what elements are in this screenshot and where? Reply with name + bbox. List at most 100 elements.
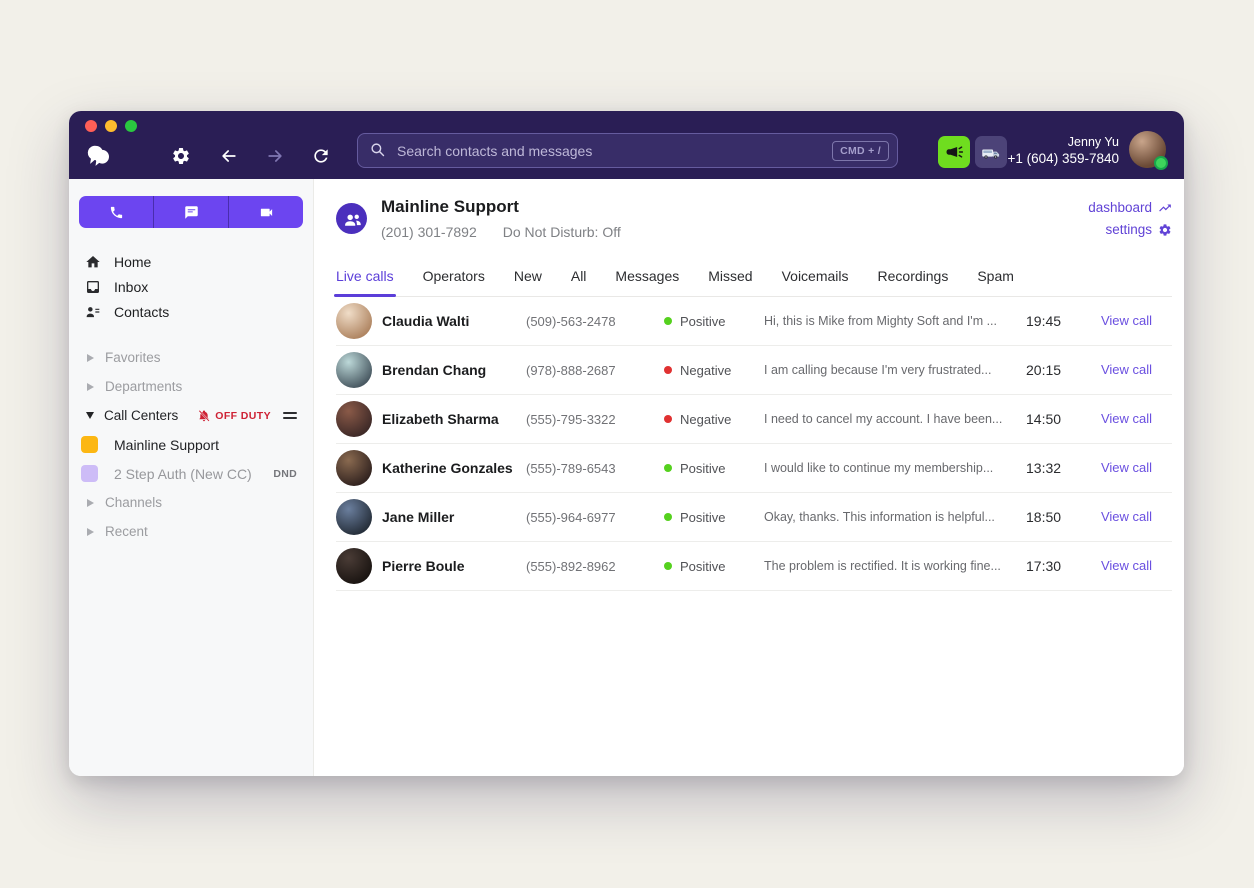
sidebar-section-recent[interactable]: Recent: [79, 517, 303, 546]
call-center-header: Mainline Support (201) 301-7892 Do Not D…: [336, 197, 1172, 241]
video-icon: [259, 205, 274, 220]
settings-link[interactable]: settings: [1088, 219, 1172, 241]
sidebar-section-call-centers[interactable]: Call Centers OFF DUTY: [79, 401, 303, 430]
sentiment-dot: [664, 366, 672, 374]
transcript-preview[interactable]: I need to cancel my account. I have been…: [764, 412, 1002, 426]
dashboard-link[interactable]: dashboard: [1088, 197, 1172, 219]
transcript-preview[interactable]: I am calling because I'm very frustrated…: [764, 363, 991, 377]
caret-right-icon: [87, 528, 94, 536]
view-call-link[interactable]: View call: [1101, 411, 1152, 426]
tab-operators[interactable]: Operators: [423, 262, 485, 296]
tab-voicemails[interactable]: Voicemails: [782, 262, 849, 296]
call-center-item-2-step-auth[interactable]: 2 Step Auth (New CC) DND: [79, 459, 303, 488]
chat-icon: [184, 205, 199, 220]
announcement-button[interactable]: [938, 136, 970, 168]
view-call-link[interactable]: View call: [1101, 460, 1152, 475]
bell-off-icon: [197, 409, 211, 423]
sentiment-dot: [664, 464, 672, 472]
call-row[interactable]: Pierre Boule (555)-892-8962 Positive The…: [336, 542, 1172, 591]
search-shortcut-badge: CMD + /: [832, 141, 889, 161]
sidebar: Home Inbox Contacts Favorites Department…: [69, 179, 313, 776]
online-status-dot: [1154, 156, 1168, 170]
call-center-avatar: [336, 203, 367, 234]
contact-name: Brendan Chang: [382, 362, 526, 378]
color-swatch: [81, 436, 98, 453]
settings-link-label: settings: [1105, 219, 1152, 241]
sidebar-item-contacts[interactable]: Contacts: [79, 299, 303, 324]
sentiment-label: Positive: [680, 314, 726, 329]
transcript-preview[interactable]: Okay, thanks. This information is helpfu…: [764, 510, 995, 524]
live-calls-list: Claudia Walti (509)-563-2478 Positive Hi…: [336, 297, 1172, 591]
sentiment-dot: [664, 562, 672, 570]
sidebar-item-inbox[interactable]: Inbox: [79, 274, 303, 299]
minimize-window-button[interactable]: [105, 120, 117, 132]
sentiment-label: Negative: [680, 363, 731, 378]
megaphone-icon: [945, 143, 963, 161]
section-label: Departments: [105, 379, 182, 394]
new-message-button[interactable]: [153, 196, 228, 228]
color-swatch: [81, 465, 98, 482]
sidebar-section-favorites[interactable]: Favorites: [79, 343, 303, 372]
call-center-phone: (201) 301-7892: [381, 224, 477, 240]
call-row[interactable]: Claudia Walti (509)-563-2478 Positive Hi…: [336, 297, 1172, 346]
zoom-window-button[interactable]: [125, 120, 137, 132]
view-call-link[interactable]: View call: [1101, 558, 1152, 573]
new-meeting-button[interactable]: [228, 196, 303, 228]
call-time: 19:45: [1012, 313, 1086, 329]
user-name: Jenny Yu: [1008, 134, 1119, 150]
call-center-item-mainline-support[interactable]: Mainline Support: [79, 430, 303, 459]
window-controls: [85, 120, 137, 132]
sidebar-item-label: Contacts: [114, 304, 169, 320]
call-row[interactable]: Jane Miller (555)-964-6977 Positive Okay…: [336, 493, 1172, 542]
settings-gear-button[interactable]: [169, 144, 193, 168]
sidebar-section-departments[interactable]: Departments: [79, 372, 303, 401]
contact-avatar: [336, 548, 372, 584]
tab-missed[interactable]: Missed: [708, 262, 752, 296]
app-window: CMD + / Jenny Yu +1 (604) 359-7840: [69, 111, 1184, 776]
transcript-preview[interactable]: The problem is rectified. It is working …: [764, 559, 1001, 573]
sidebar-item-home[interactable]: Home: [79, 249, 303, 274]
page-title: Mainline Support: [381, 197, 621, 217]
view-call-link[interactable]: View call: [1101, 509, 1152, 524]
section-label: Call Centers: [104, 408, 178, 423]
tab-recordings[interactable]: Recordings: [878, 262, 949, 296]
main-content: Mainline Support (201) 301-7892 Do Not D…: [313, 179, 1184, 776]
back-button[interactable]: [217, 144, 241, 168]
sidebar-section-channels[interactable]: Channels: [79, 488, 303, 517]
call-time: 20:15: [1012, 362, 1086, 378]
call-row[interactable]: Elizabeth Sharma (555)-795-3322 Negative…: [336, 395, 1172, 444]
tab-all[interactable]: All: [571, 262, 587, 296]
top-bar: CMD + / Jenny Yu +1 (604) 359-7840: [69, 111, 1184, 179]
tab-messages[interactable]: Messages: [615, 262, 679, 296]
off-duty-badge[interactable]: OFF DUTY: [197, 409, 271, 423]
refresh-button[interactable]: [309, 144, 333, 168]
truck-icon: [981, 142, 1001, 162]
transcript-preview[interactable]: I would like to continue my membership..…: [764, 461, 993, 475]
tab-spam[interactable]: Spam: [977, 262, 1014, 296]
view-call-link[interactable]: View call: [1101, 362, 1152, 377]
section-label: Channels: [105, 495, 162, 510]
sidebar-item-label: Inbox: [114, 279, 148, 295]
close-window-button[interactable]: [85, 120, 97, 132]
user-avatar[interactable]: [1129, 131, 1166, 168]
search-bar[interactable]: CMD + /: [357, 133, 898, 168]
search-input[interactable]: [397, 143, 832, 159]
forward-button[interactable]: [263, 144, 287, 168]
current-user-info: Jenny Yu +1 (604) 359-7840: [1008, 134, 1119, 168]
tab-new[interactable]: New: [514, 262, 542, 296]
trending-up-icon: [1158, 201, 1172, 215]
call-row[interactable]: Brendan Chang (978)-888-2687 Negative I …: [336, 346, 1172, 395]
call-center-label: Mainline Support: [114, 437, 219, 453]
transcript-preview[interactable]: Hi, this is Mike from Mighty Soft and I'…: [764, 314, 997, 328]
dashboard-link-label: dashboard: [1088, 197, 1152, 219]
tab-live-calls[interactable]: Live calls: [336, 262, 394, 296]
call-time: 13:32: [1012, 460, 1086, 476]
call-row[interactable]: Katherine Gonzales (555)-789-6543 Positi…: [336, 444, 1172, 493]
contacts-icon: [85, 304, 101, 320]
drag-handle-icon[interactable]: [283, 412, 297, 419]
contact-avatar: [336, 303, 372, 339]
new-call-button[interactable]: [79, 196, 153, 228]
delivery-truck-button[interactable]: [975, 136, 1007, 168]
call-time: 18:50: [1012, 509, 1086, 525]
view-call-link[interactable]: View call: [1101, 313, 1152, 328]
